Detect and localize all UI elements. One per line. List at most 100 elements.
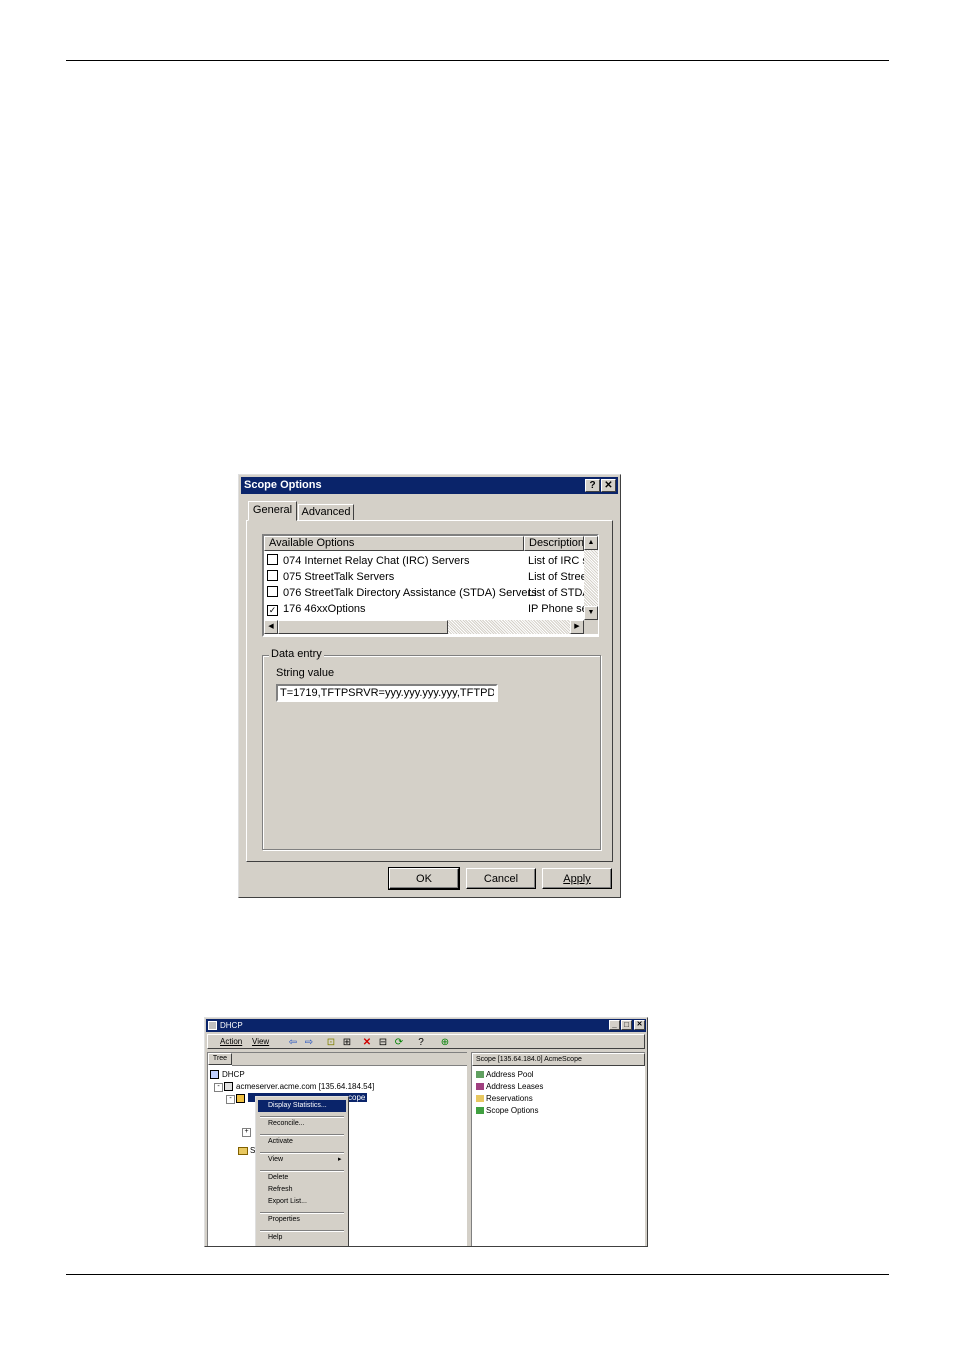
forward-icon[interactable]: ⇨ [302,1036,316,1050]
scroll-down-icon[interactable]: ▼ [584,606,598,620]
tree-scope-label: cope [348,1093,366,1102]
option-description: List of STDA [528,587,584,599]
option-label: 074 Internet Relay Chat (IRC) Servers [283,555,470,567]
horizontal-scrollbar[interactable]: ◀ ▶ [264,620,584,634]
collapse-icon[interactable]: - [214,1083,223,1092]
menu-separator [260,1170,344,1172]
expand-icon[interactable]: + [242,1128,251,1137]
dhcp-root-icon [210,1070,219,1079]
menu-item-export-list[interactable]: Export List... [268,1198,307,1205]
tree-server[interactable]: acmeserver.acme.com [135.64.184.54] [236,1082,374,1091]
ok-button[interactable]: OK [388,867,460,890]
column-available-options[interactable]: Available Options [264,536,524,551]
close-button[interactable]: ✕ [634,1020,645,1030]
minimize-button[interactable]: _ [609,1020,620,1030]
detail-pane: Scope [135.64.184.0] AcmeScope Address P… [471,1052,645,1246]
header-rule [66,60,889,61]
dialog-titlebar: Scope Options ? ✕ [241,477,618,494]
menu-item-properties[interactable]: Properties [268,1216,300,1223]
scope-options-icon [476,1107,484,1114]
menu-toolbar: Action View ⇦ ⇨ ⊡ ⊞ ✕ ⊟ ⟳ ? ⊕ [207,1034,645,1049]
scroll-corner [584,620,598,634]
option-description: IP Phone se [528,603,584,615]
footer-rule [66,1274,889,1275]
submenu-arrow-icon: ▸ [338,1156,342,1163]
detail-item-address-pool[interactable]: Address Pool [476,1070,534,1079]
menu-item-activate[interactable]: Activate [268,1138,293,1145]
option-row[interactable]: 074 Internet Relay Chat (IRC) Servers [267,553,469,569]
tab-panel: Available Options Description 074 Intern… [246,520,613,862]
menu-item-refresh[interactable]: Refresh [268,1186,293,1193]
option-row[interactable]: 075 StreetTalk Servers [267,569,394,585]
option-row-selected[interactable]: ✓ 176 46xxOptions [267,601,366,617]
scroll-left-icon[interactable]: ◀ [264,620,278,634]
option-description: List of Stree [528,571,584,583]
menu-item-delete[interactable]: Delete [268,1174,288,1181]
tab-advanced[interactable]: Advanced [298,504,354,521]
data-entry-label: Data entry [269,648,324,660]
option-checkbox-checked[interactable]: ✓ [267,605,278,616]
detail-item-address-leases[interactable]: Address Leases [476,1082,543,1091]
option-label: 076 StreetTalk Directory Assistance (STD… [283,587,537,599]
option-row[interactable]: 076 StreetTalk Directory Assistance (STD… [267,585,537,601]
up-folder-icon[interactable]: ⊡ [324,1036,338,1050]
menu-view[interactable]: View [252,1037,269,1046]
detail-item-label: Scope Options [486,1106,539,1115]
folder-icon [238,1147,248,1155]
scroll-up-icon[interactable]: ▲ [584,536,598,550]
close-button[interactable]: ✕ [601,479,616,492]
dhcp-app-icon [208,1021,217,1030]
detail-item-label: Reservations [486,1094,533,1103]
menu-item-help[interactable]: Help [268,1234,282,1241]
dhcp-title: DHCP [220,1021,243,1030]
cancel-button[interactable]: Cancel [466,868,536,889]
properties-icon[interactable]: ⊟ [376,1036,390,1050]
detail-item-reservations[interactable]: Reservations [476,1094,533,1103]
option-checkbox[interactable] [267,570,278,581]
tree-tab-strip [232,1053,467,1066]
menu-separator [260,1134,344,1136]
vertical-scrollbar[interactable]: ▲ ▼ [584,536,598,620]
detail-header[interactable]: Scope [135.64.184.0] AcmeScope [472,1053,645,1066]
help-button[interactable]: ? [585,479,600,492]
menu-item-view[interactable]: View [268,1156,283,1163]
refresh-icon[interactable]: ⟳ [392,1036,406,1050]
scroll-right-icon[interactable]: ▶ [570,620,584,634]
menu-separator [260,1212,344,1214]
back-icon[interactable]: ⇦ [286,1036,300,1050]
apply-button[interactable]: Apply [542,868,612,889]
help-icon[interactable]: ? [414,1036,428,1050]
option-label: 176 46xxOptions [283,603,366,615]
string-value-field[interactable] [276,684,498,702]
delete-icon[interactable]: ✕ [360,1036,374,1050]
detail-item-label: Address Leases [486,1082,544,1091]
tab-general[interactable]: General [248,501,297,521]
available-options-list[interactable]: Available Options Description 074 Intern… [262,534,599,637]
string-value-label: String value [276,667,335,679]
dhcp-window: DHCP _ □ ✕ Action View ⇦ ⇨ ⊡ ⊞ ✕ ⊟ ⟳ ? ⊕… [204,1017,648,1247]
menu-action[interactable]: Action [220,1037,242,1046]
maximize-button[interactable]: □ [621,1020,632,1030]
show-tree-icon[interactable]: ⊞ [340,1036,354,1050]
reservations-icon [476,1095,484,1102]
scroll-thumb[interactable] [278,620,448,634]
scope-icon [236,1094,245,1103]
option-description: List of IRC s [528,555,584,567]
menu-separator [260,1116,344,1118]
menu-item-reconcile[interactable]: Reconcile... [268,1120,305,1127]
option-label: 075 StreetTalk Servers [283,571,395,583]
dialog-title: Scope Options [244,479,322,491]
start-icon[interactable]: ⊕ [438,1036,452,1050]
tree-root[interactable]: DHCP [222,1070,245,1079]
option-checkbox[interactable] [267,586,278,597]
menu-separator [260,1152,344,1154]
dhcp-titlebar: DHCP _ □ ✕ [206,1019,646,1032]
tree-tab[interactable]: Tree [208,1053,232,1065]
address-pool-icon [476,1071,484,1078]
option-checkbox[interactable] [267,554,278,565]
menu-item-display-statistics[interactable]: Display Statistics... [268,1102,327,1109]
detail-item-scope-options[interactable]: Scope Options [476,1106,538,1115]
column-description[interactable]: Description [524,536,584,551]
context-menu: Display Statistics... Reconcile... Activ… [255,1096,349,1246]
collapse-icon[interactable]: - [226,1095,235,1104]
